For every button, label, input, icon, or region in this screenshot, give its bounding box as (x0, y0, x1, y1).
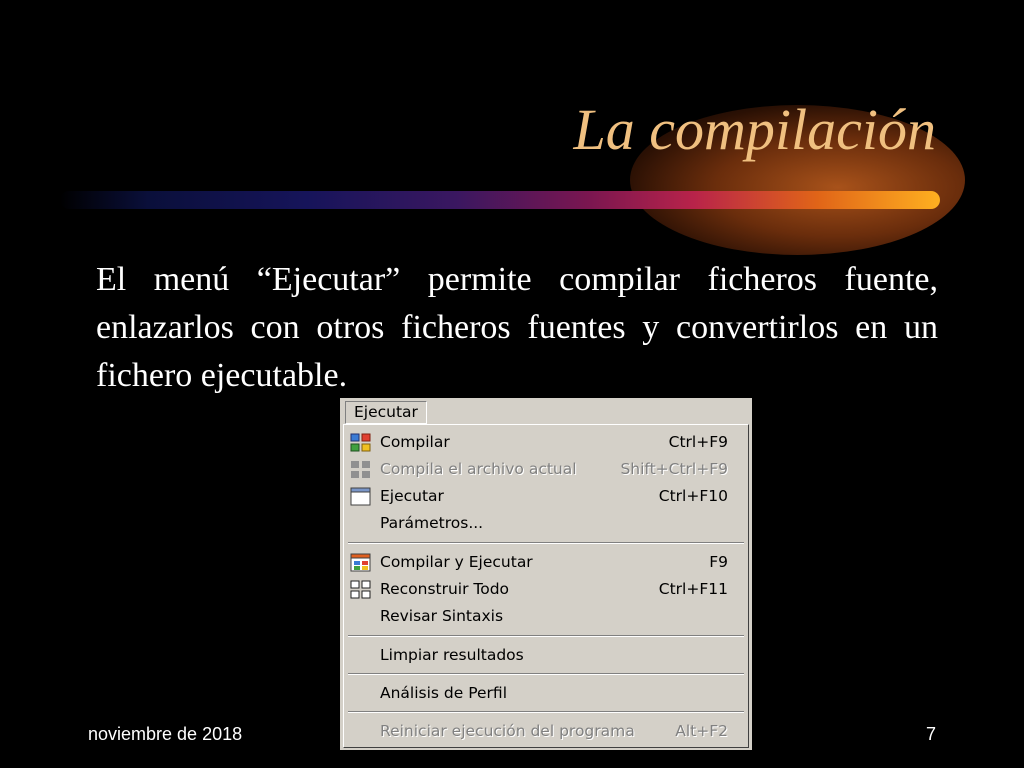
compile-run-icon (350, 553, 371, 572)
menu-item-shortcut: Shift+Ctrl+F9 (620, 460, 728, 478)
menu-item-label: Análisis de Perfil (380, 684, 507, 702)
menu-separator (348, 635, 744, 637)
footer-date: noviembre de 2018 (88, 724, 243, 744)
title-underline-bar (60, 191, 940, 209)
menu-bar: Ejecutar (340, 398, 752, 425)
menu-ejecutar[interactable]: Ejecutar (345, 401, 427, 424)
menu-item-shortcut: Ctrl+F9 (668, 433, 728, 451)
menu-item-shortcut: F9 (709, 553, 728, 571)
menu-item-reiniciar-ejecucion[interactable]: Reiniciar ejecución del programa Alt+F2 (344, 718, 748, 745)
menu-item-compilar-y-ejecutar[interactable]: Compilar y Ejecutar F9 (344, 549, 748, 576)
menu-item-label: Compila el archivo actual (380, 460, 577, 478)
menu-item-shortcut: Ctrl+F11 (658, 580, 728, 598)
menu-item-limpiar-resultados[interactable]: Limpiar resultados (344, 642, 748, 669)
menu-item-label: Reiniciar ejecución del programa (380, 722, 635, 740)
menu-item-ejecutar[interactable]: Ejecutar Ctrl+F10 (344, 483, 748, 510)
menu-separator (348, 673, 744, 675)
window-run-icon (350, 487, 371, 506)
menu-item-label: Revisar Sintaxis (380, 607, 504, 625)
slide-title: La compilación (573, 97, 936, 162)
menu-item-compilar[interactable]: Compilar Ctrl+F9 (344, 429, 748, 456)
rebuild-grid-icon (350, 580, 371, 599)
menu-separator (348, 711, 744, 713)
page-number: 7 (926, 724, 937, 744)
ejecutar-menu-screenshot: Ejecutar Compilar Ctrl+F9 Compila el arc… (340, 398, 752, 750)
menu-item-label: Compilar y Ejecutar (380, 553, 533, 571)
menu-item-revisar-sintaxis[interactable]: Revisar Sintaxis (344, 603, 748, 630)
compile-file-icon (351, 461, 370, 478)
menu-item-shortcut: Ctrl+F10 (658, 487, 728, 505)
slide-body-text: El menú “Ejecutar” permite compilar fich… (96, 261, 938, 394)
menu-item-compila-archivo-actual[interactable]: Compila el archivo actual Shift+Ctrl+F9 (344, 456, 748, 483)
menu-item-reconstruir-todo[interactable]: Reconstruir Todo Ctrl+F11 (344, 576, 748, 603)
menu-item-label: Reconstruir Todo (380, 580, 510, 598)
menu-item-shortcut: Alt+F2 (675, 722, 728, 740)
menu-item-parametros[interactable]: Parámetros... (344, 510, 748, 537)
menu-item-label: Ejecutar (380, 487, 444, 505)
menu-separator (348, 542, 744, 544)
menu-item-label: Compilar (380, 433, 450, 451)
menu-item-analisis-de-perfil[interactable]: Análisis de Perfil (344, 680, 748, 707)
compile-grid-icon (350, 433, 371, 452)
menu-item-label: Parámetros... (380, 514, 484, 532)
ejecutar-dropdown: Compilar Ctrl+F9 Compila el archivo actu… (343, 424, 749, 748)
menu-item-label: Limpiar resultados (380, 646, 524, 664)
